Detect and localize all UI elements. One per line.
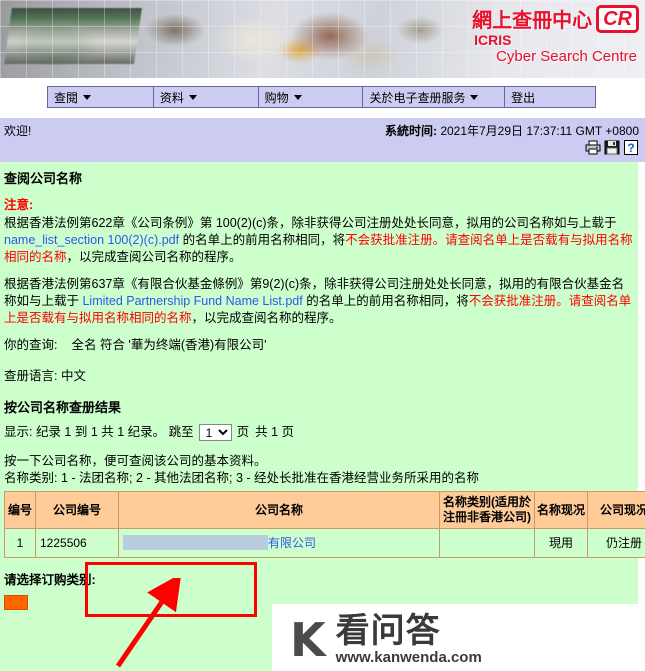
nav-item-shopping[interactable]: 购物: [259, 87, 364, 107]
language-label: 查册语言:: [4, 369, 58, 383]
nav-item-logout[interactable]: 登出: [505, 87, 595, 107]
language-value: 中文: [60, 369, 86, 383]
nav-item-about-eservice[interactable]: 关於电子查册服务: [363, 87, 506, 107]
lpf-name-list-link[interactable]: Limited Partnership Fund Name List.pdf: [82, 294, 302, 308]
pagination-bar: 显示: 纪录 1 到 1 共 1 纪录。 跳至 1 页 共 1 页: [4, 424, 634, 441]
col-header-company-status: 公司现况: [587, 491, 645, 529]
redaction-block: [123, 534, 268, 550]
cell-company-name[interactable]: 有限公司: [118, 528, 440, 558]
nav-item-label: 关於电子查册服务: [369, 90, 466, 105]
para1-alert-1: 不会获批准注册。: [345, 233, 446, 247]
cell-no: 1: [4, 528, 36, 558]
nav-item-information[interactable]: 资料: [154, 87, 259, 107]
results-table: 编号 公司编号 公司名称 名称类别(适用於注冊非香港公司) 名称现况 公司现况 …: [4, 491, 645, 558]
main-content: 查阅公司名称 注意: 根据香港法例第622章《公司条例》第 100(2)(c)条…: [0, 162, 645, 671]
logo-tagline: Cyber Search Centre: [496, 48, 637, 65]
col-header-company-name: 公司名称: [118, 491, 440, 529]
nav-item-label: 登出: [511, 90, 536, 105]
query-label: 你的查询:: [4, 338, 58, 352]
system-time-value: 2021年7月29日 17:37:11 GMT +0800: [440, 124, 639, 138]
chevron-down-icon: [188, 94, 197, 100]
cell-company-number: 1225506: [35, 528, 119, 558]
chevron-down-icon: [470, 94, 479, 100]
note-label: 注意:: [4, 198, 34, 212]
cr-badge-icon: CR: [596, 4, 639, 33]
main-navigation: 查閱 资料 购物 关於电子查册服务 登出: [0, 86, 645, 110]
nav-item-label: 资料: [159, 90, 184, 105]
page-title: 查阅公司名称: [4, 171, 83, 186]
page-unit-label: 页: [236, 425, 250, 439]
display-count-text: 显示: 纪录 1 到 1 共 1 纪录。 跳至: [4, 425, 194, 439]
cell-name-type: [439, 528, 535, 558]
total-pages-label: 共 1 页: [255, 425, 295, 439]
nav-item-label: 查閱: [54, 90, 79, 105]
para2-alert-1: 不会获批准注册。: [468, 294, 569, 308]
table-header-row: 编号 公司编号 公司名称 名称类别(适用於注冊非香港公司) 名称现况 公司现况: [4, 491, 645, 529]
note-paragraph-lpf-ordinance: 根据香港法例第637章《有限合伙基金條例》第9(2)(c)条，除非获得公司注册处…: [4, 276, 634, 327]
page-number-select[interactable]: 1: [198, 424, 232, 441]
system-time-label: 系統时间:: [384, 124, 437, 138]
name-type-legend: 名称类别: 1 - 法团名称; 2 - 其他法团名称; 3 - 经处长批准在香港…: [4, 471, 480, 485]
col-header-no: 编号: [4, 491, 36, 529]
name-list-section-100-link[interactable]: name_list_section 100(2)(c).pdf: [4, 233, 179, 247]
logo-chinese-title: 網上查冊中心: [472, 8, 593, 32]
col-header-company-number: 公司编号: [35, 491, 119, 529]
cell-name-status: 現用: [534, 528, 588, 558]
site-banner: 網上查冊中心 CR ICRIS Cyber Search Centre: [0, 0, 645, 78]
welcome-bar: 欢迎! 系統时间: 2021年7月29日 17:37:11 GMT +0800: [0, 118, 645, 162]
results-heading: 按公司名称查册结果: [4, 400, 122, 415]
para1-text-c: ，以完成查阅公司名称的程序。: [66, 250, 242, 264]
query-summary: 你的查询: 全名 符合 '華为终端(香港)有限公司': [4, 337, 634, 354]
site-logo: 網上查冊中心 CR ICRIS Cyber Search Centre: [472, 4, 639, 66]
logo-icris-text: ICRIS: [474, 32, 512, 48]
svg-text:?: ?: [627, 141, 634, 155]
watermark-backdrop: [272, 604, 645, 671]
para2-text-c: ，以完成查阅名称的程序。: [191, 311, 342, 325]
printer-icon[interactable]: [585, 140, 601, 155]
nav-item-search[interactable]: 查閱: [48, 87, 154, 107]
page-root: 網上查冊中心 CR ICRIS Cyber Search Centre 查閱 资…: [0, 0, 645, 671]
nav-item-label: 购物: [264, 90, 289, 105]
chevron-down-icon: [83, 94, 92, 100]
order-category-label: 请选择订购类别:: [4, 573, 96, 587]
para1-text-a: 根据香港法例第622章《公司条例》第 100(2)(c)条，除非获得公司注册处处…: [4, 216, 617, 230]
language-summary: 查册语言: 中文: [4, 368, 634, 385]
company-name-link[interactable]: 有限公司: [268, 536, 316, 550]
para1-text-b: 的名单上的前用名称相同，将: [179, 233, 346, 247]
welcome-greeting: 欢迎!: [4, 124, 32, 138]
click-hint: 按一下公司名称，便可查阅该公司的基本资料。: [4, 454, 267, 468]
system-time: 系統时间: 2021年7月29日 17:37:11 GMT +0800: [385, 122, 639, 139]
save-icon[interactable]: [604, 140, 620, 155]
chevron-down-icon: [293, 94, 302, 100]
order-category-button[interactable]: [4, 595, 28, 610]
col-header-name-status: 名称现况: [534, 491, 588, 529]
help-icon[interactable]: ?: [623, 140, 639, 155]
para2-text-b: 的名单上的前用名称相同，将: [302, 294, 469, 308]
cell-company-status: 仍注册: [587, 528, 645, 558]
col-header-name-type: 名称类别(适用於注冊非香港公司): [439, 491, 535, 529]
note-paragraph-companies-ordinance: 根据香港法例第622章《公司条例》第 100(2)(c)条，除非获得公司注册处处…: [4, 215, 634, 266]
table-row: 1 1225506 有限公司 現用 仍注册: [4, 528, 645, 558]
query-value: 全名 符合 '華为终端(香港)有限公司': [71, 338, 267, 352]
toolbar-icons: ?: [585, 140, 639, 155]
